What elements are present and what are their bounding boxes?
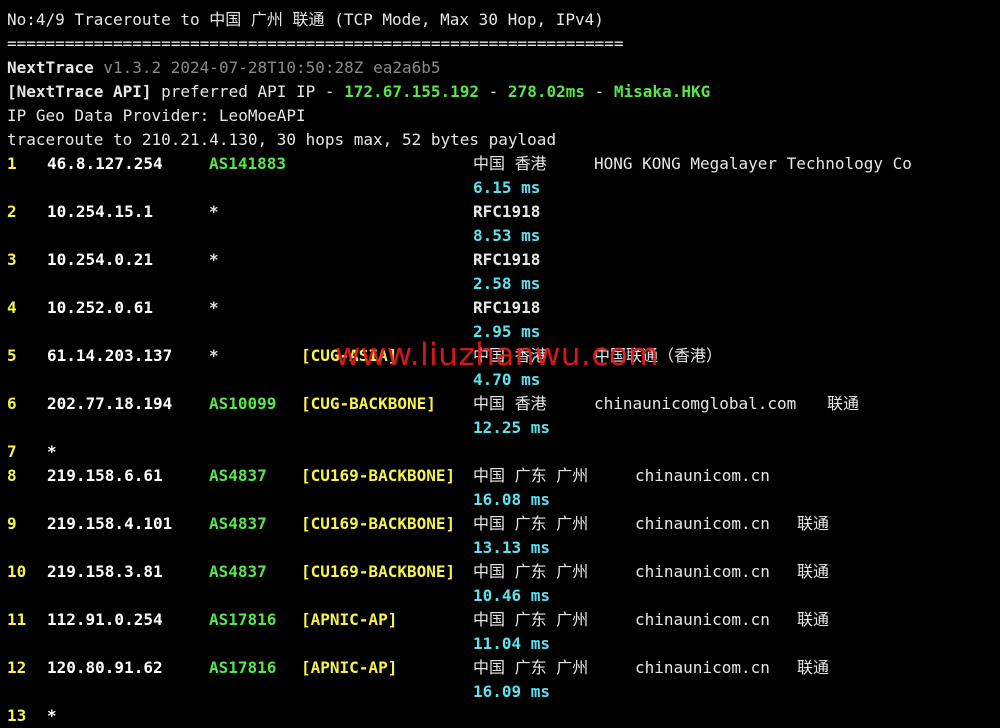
hop-geo: 中国 广东 广州 <box>473 658 589 677</box>
hop-detail: chinaunicom.cn <box>635 610 770 629</box>
hop-detail: HONG KONG Megalayer Technology Co <box>594 154 912 173</box>
hop-isp: 联通 <box>797 610 830 629</box>
trace-title: No:4/9 Traceroute to 中国 广州 联通 (TCP Mode,… <box>7 10 604 29</box>
hop-asn: AS10099 <box>209 394 277 413</box>
hop-latency: 11.04 ms <box>473 634 551 653</box>
hop-asn: AS141883 <box>209 154 287 173</box>
hop-detail: 中国联通（香港） <box>594 346 723 365</box>
hop-latency: 16.08 ms <box>473 490 551 509</box>
hop-tag: [CU169-BACKBONE] <box>301 562 456 581</box>
api-latency: 278.02ms <box>507 82 585 101</box>
hop-isp: 联通 <box>827 394 860 413</box>
api-label: [NextTrace API] <box>7 82 152 101</box>
api-dash: - <box>584 82 614 101</box>
hop-asn: AS4837 <box>209 562 267 581</box>
hop-number: 3 <box>7 250 17 269</box>
hop-geo: 中国 香港 <box>473 394 547 413</box>
api-region: Misaka.HKG <box>613 82 711 101</box>
hop-latency: 4.70 ms <box>473 370 541 389</box>
hop-number: 6 <box>7 394 17 413</box>
hop-tag: [CUG-BACKBONE] <box>301 394 436 413</box>
hop-number: 10 <box>7 562 27 581</box>
hop-ip: 219.158.4.101 <box>47 514 173 533</box>
hop-geo: RFC1918 <box>473 298 541 317</box>
api-text: preferred API IP - <box>151 82 345 101</box>
hop-detail: chinaunicom.cn <box>635 466 770 485</box>
hop-isp: 联通 <box>797 514 830 533</box>
hop-asn: AS17816 <box>209 658 277 677</box>
hop-tag: [APNIC-AP] <box>301 658 398 677</box>
hop-detail: chinaunicom.cn <box>635 514 770 533</box>
hop-ip: 112.91.0.254 <box>47 610 163 629</box>
hop-isp: 联通 <box>797 658 830 677</box>
hop-ip: 202.77.18.194 <box>47 394 173 413</box>
hop-number: 11 <box>7 610 27 629</box>
hop-detail: chinaunicom.cn <box>635 562 770 581</box>
hop-number: 2 <box>7 202 17 221</box>
hop-asn: * <box>209 346 219 365</box>
hop-geo: 中国 广东 广州 <box>473 466 589 485</box>
hop-geo: 中国 香港 <box>473 154 547 173</box>
hop-ip: 46.8.127.254 <box>47 154 163 173</box>
hop-tag: [CU169-BACKBONE] <box>301 466 456 485</box>
hop-ip: 10.254.0.21 <box>47 250 153 269</box>
hop-ip: 10.252.0.61 <box>47 298 153 317</box>
hop-geo: 中国 广东 广州 <box>473 562 589 581</box>
hop-detail: chinaunicom.cn <box>635 658 770 677</box>
nexttrace-label: NextTrace <box>7 58 94 77</box>
hop-latency: 12.25 ms <box>473 418 551 437</box>
hop-ip: * <box>47 442 57 461</box>
hop-latency: 10.46 ms <box>473 586 551 605</box>
hop-ip: 10.254.15.1 <box>47 202 153 221</box>
hop-geo: 中国 广东 广州 <box>473 610 589 629</box>
hop-geo: 中国 广东 广州 <box>473 514 589 533</box>
hop-latency: 2.58 ms <box>473 274 541 293</box>
hop-number: 13 <box>7 706 27 725</box>
hop-asn: AS17816 <box>209 610 277 629</box>
hop-latency: 8.53 ms <box>473 226 541 245</box>
hop-number: 12 <box>7 658 27 677</box>
hop-latency: 16.09 ms <box>473 682 551 701</box>
geo-provider-line: IP Geo Data Provider: LeoMoeAPI <box>7 106 306 125</box>
hop-ip: 61.14.203.137 <box>47 346 173 365</box>
separator-line: ========================================… <box>7 34 624 53</box>
hop-tag: [CUG-ASIA] <box>301 346 398 365</box>
hop-detail: chinaunicomglobal.com <box>594 394 797 413</box>
traceroute-target-line: traceroute to 210.21.4.130, 30 hops max,… <box>7 130 557 149</box>
nexttrace-version-line: NextTrace v1.3.2 2024-07-28T10:50:28Z ea… <box>7 56 441 80</box>
hop-ip: 219.158.3.81 <box>47 562 163 581</box>
api-line: [NextTrace API] preferred API IP - 172.6… <box>7 80 710 104</box>
hop-ip: * <box>47 706 57 725</box>
hop-number: 7 <box>7 442 17 461</box>
hop-ip: 120.80.91.62 <box>47 658 163 677</box>
hop-latency: 6.15 ms <box>473 178 541 197</box>
hop-number: 1 <box>7 154 17 173</box>
hop-geo: RFC1918 <box>473 202 541 221</box>
hop-number: 4 <box>7 298 17 317</box>
hop-number: 9 <box>7 514 17 533</box>
hop-latency: 2.95 ms <box>473 322 541 341</box>
hop-asn: * <box>209 202 219 221</box>
hop-number: 5 <box>7 346 17 365</box>
hop-isp: 联通 <box>797 562 830 581</box>
hop-asn: * <box>209 250 219 269</box>
hop-tag: [APNIC-AP] <box>301 610 398 629</box>
hop-geo: 中国 香港 <box>473 346 547 365</box>
hop-latency: 13.13 ms <box>473 538 551 557</box>
hop-number: 8 <box>7 466 17 485</box>
hop-geo: RFC1918 <box>473 250 541 269</box>
nexttrace-version: v1.3.2 2024-07-28T10:50:28Z ea2a6b5 <box>103 58 441 77</box>
hop-asn: AS4837 <box>209 466 267 485</box>
hop-asn: * <box>209 298 219 317</box>
hop-ip: 219.158.6.61 <box>47 466 163 485</box>
hop-tag: [CU169-BACKBONE] <box>301 514 456 533</box>
api-dash: - <box>479 82 508 101</box>
hop-asn: AS4837 <box>209 514 267 533</box>
api-ip: 172.67.155.192 <box>344 82 480 101</box>
